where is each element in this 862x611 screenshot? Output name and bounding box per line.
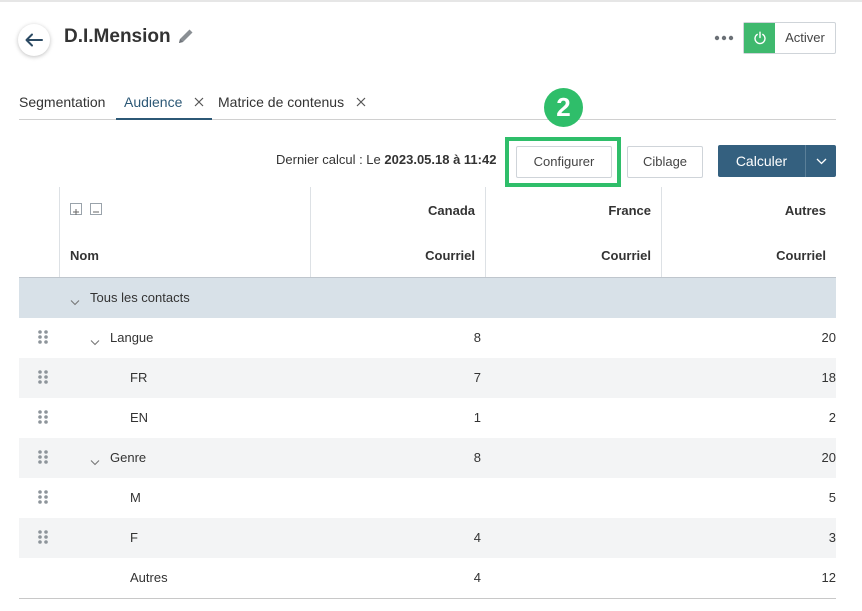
collapse-all-button[interactable] — [90, 203, 102, 215]
tab-label: Matrice de contenus — [218, 94, 345, 110]
column-header-name: Nom — [70, 248, 99, 263]
minus-icon — [93, 211, 99, 213]
column-header-channel: Courriel — [776, 248, 826, 263]
step-badge: 2 — [544, 88, 583, 127]
drag-handle-icon[interactable] — [37, 529, 49, 545]
row-value: 4 — [473, 530, 481, 545]
column-header-country: Canada — [428, 203, 475, 218]
row-value: 20 — [821, 450, 836, 465]
pencil-icon — [179, 29, 193, 43]
chevron-down-icon[interactable] — [90, 334, 100, 346]
close-icon[interactable] — [356, 97, 366, 107]
chevron-down-icon[interactable] — [90, 454, 100, 466]
column-divider — [485, 187, 486, 277]
table-bottom-divider — [19, 598, 836, 599]
table-row[interactable]: Tous les contacts — [19, 278, 836, 318]
row-value: 8 — [473, 450, 481, 465]
row-value: 12 — [821, 570, 836, 585]
drag-handle-icon[interactable] — [37, 369, 49, 385]
row-label: M — [130, 490, 141, 505]
row-value: 20 — [821, 330, 836, 345]
edit-title-button[interactable] — [176, 26, 196, 46]
more-horizontal-icon — [714, 35, 734, 41]
expand-all-button[interactable] — [70, 203, 82, 215]
column-divider — [59, 187, 60, 277]
column-divider — [661, 187, 662, 277]
tab-audience[interactable]: Audience — [116, 90, 213, 120]
more-options-button[interactable] — [713, 30, 735, 46]
tab-matrice-de-contenus[interactable]: Matrice de contenus — [218, 90, 366, 120]
tab-bar: Segmentation Audience Matrice de contenu… — [19, 90, 836, 120]
last-calc-date: 2023.05.18 à 11:42 — [384, 152, 497, 167]
column-divider — [310, 187, 311, 277]
table-row[interactable]: Genre 8 20 — [19, 438, 836, 478]
calculate-dropdown-button[interactable] — [805, 145, 836, 177]
last-calculation-info: Dernier calcul : Le 2023.05.18 à 11:42 — [276, 152, 496, 167]
row-label: Autres — [130, 570, 168, 585]
table-row[interactable]: Langue 8 20 — [19, 318, 836, 358]
row-value: 4 — [473, 570, 481, 585]
last-calc-prefix: Dernier calcul : Le — [276, 152, 381, 167]
top-divider — [0, 0, 862, 2]
column-header-channel: Courriel — [425, 248, 475, 263]
activate-label: Activer — [785, 30, 825, 45]
row-label: Genre — [110, 450, 147, 465]
row-label: FR — [130, 370, 148, 385]
table-row[interactable]: EN 1 2 — [19, 398, 836, 438]
row-value: 18 — [821, 370, 836, 385]
column-header-country: France — [608, 203, 651, 218]
row-label: Tous les contacts — [90, 290, 190, 305]
targeting-button[interactable]: Ciblage — [627, 146, 703, 178]
configure-button[interactable]: Configurer — [516, 146, 612, 178]
calculate-button[interactable]: Calculer — [718, 145, 805, 177]
row-value: 7 — [473, 370, 481, 385]
drag-handle-icon[interactable] — [37, 489, 49, 505]
table-row[interactable]: FR 7 18 — [19, 358, 836, 398]
row-label: F — [130, 530, 138, 545]
arrow-left-icon — [25, 33, 43, 47]
column-header-country: Autres — [784, 203, 826, 218]
table-row[interactable]: F 4 3 — [19, 518, 836, 558]
drag-handle-icon[interactable] — [37, 329, 49, 345]
row-label: EN — [130, 410, 149, 425]
tab-label: Audience — [124, 94, 183, 110]
row-value: 3 — [828, 530, 836, 545]
table-row[interactable]: Autres 4 12 — [19, 558, 836, 598]
page-title: D.I.Mension — [64, 26, 171, 47]
chevron-down-icon[interactable] — [70, 294, 80, 306]
tab-segmentation[interactable]: Segmentation — [19, 90, 105, 120]
table-row[interactable]: M5 — [19, 478, 836, 518]
row-label: Langue — [110, 330, 154, 345]
row-value: 2 — [828, 410, 836, 425]
tab-label: Segmentation — [19, 94, 106, 110]
table-header — [19, 187, 836, 278]
chevron-down-icon — [816, 158, 826, 164]
row-value: 8 — [473, 330, 481, 345]
close-icon[interactable] — [194, 97, 204, 107]
power-toggle[interactable] — [744, 23, 775, 53]
row-value: 1 — [473, 410, 481, 425]
power-icon — [753, 31, 766, 45]
activate-button[interactable]: Activer — [743, 22, 836, 54]
row-value: 5 — [828, 490, 836, 505]
drag-handle-icon[interactable] — [37, 449, 49, 465]
back-button[interactable] — [18, 24, 50, 56]
plus-icon — [73, 209, 79, 215]
column-header-channel: Courriel — [601, 248, 651, 263]
drag-handle-icon[interactable] — [37, 409, 49, 425]
